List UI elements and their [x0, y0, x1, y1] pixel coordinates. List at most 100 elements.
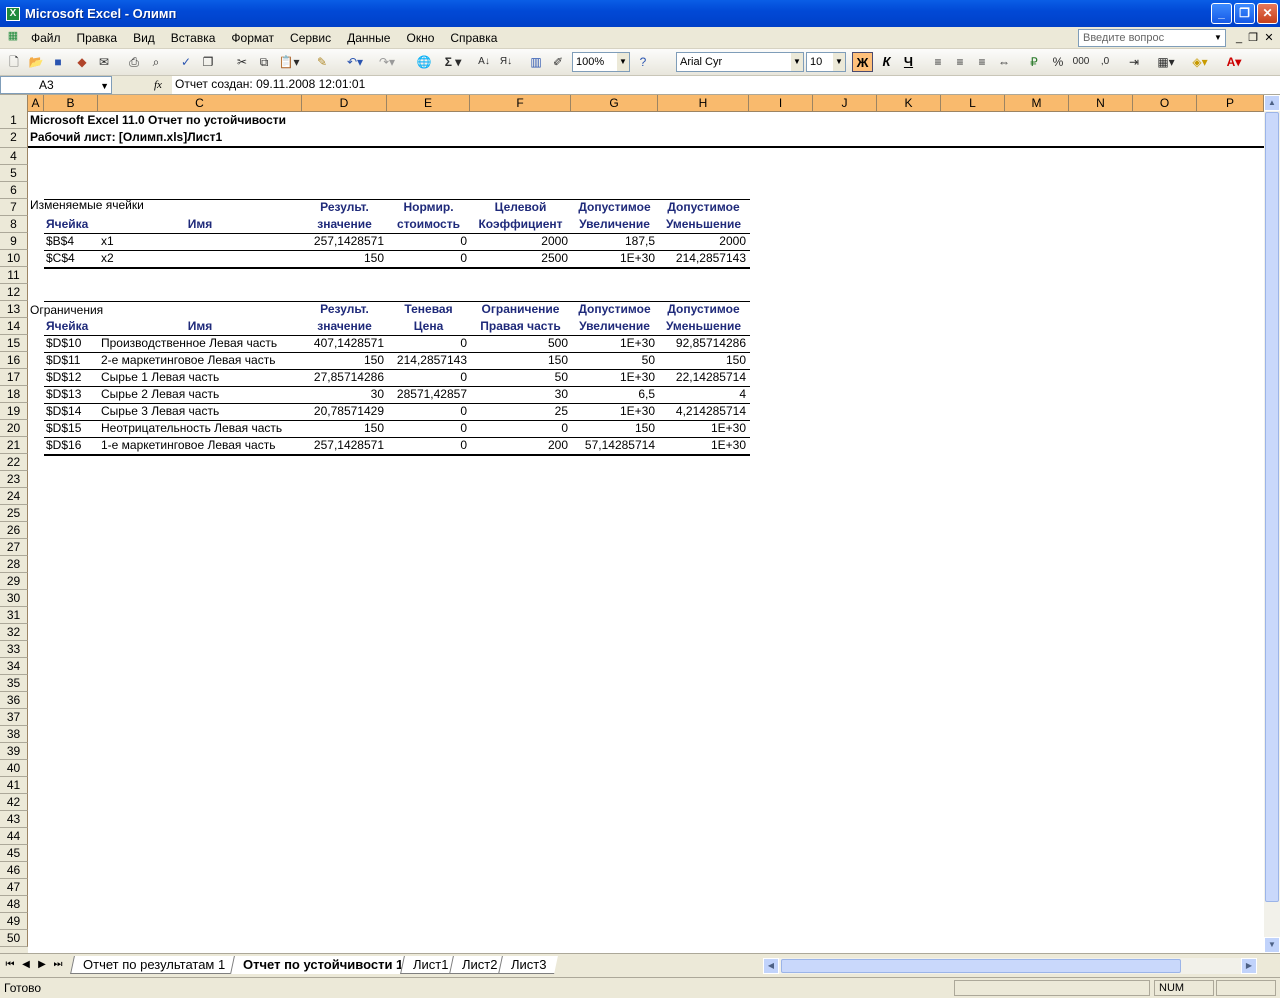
- row-header[interactable]: 2: [0, 129, 28, 148]
- table-cell[interactable]: 20,78571429: [302, 403, 384, 420]
- row-header[interactable]: 22: [0, 454, 28, 471]
- column-heading[interactable]: Допустимое: [658, 301, 749, 318]
- prev-sheet-icon[interactable]: ◀: [20, 958, 32, 972]
- close-button[interactable]: ✕: [1257, 3, 1278, 24]
- column-heading[interactable]: стоимость: [387, 216, 470, 233]
- row-header[interactable]: 46: [0, 862, 28, 879]
- table-cell[interactable]: $C$4: [46, 250, 75, 267]
- table-cell[interactable]: Производственное Левая часть: [101, 335, 277, 352]
- borders-icon[interactable]: ▦▾: [1152, 53, 1180, 71]
- table-cell[interactable]: 257,1428571: [302, 233, 384, 250]
- research-icon[interactable]: ❐: [198, 53, 218, 71]
- row-header[interactable]: 29: [0, 573, 28, 590]
- chevron-down-icon[interactable]: ▼: [833, 53, 845, 71]
- table-cell[interactable]: 1-е маркетинговое Левая часть: [101, 437, 275, 454]
- bold-button[interactable]: Ж: [852, 52, 873, 72]
- doc-restore-button[interactable]: ❐: [1246, 30, 1260, 46]
- column-header[interactable]: C: [98, 95, 302, 112]
- row-header[interactable]: 10: [0, 250, 28, 267]
- row-header[interactable]: 25: [0, 505, 28, 522]
- row-header[interactable]: 30: [0, 590, 28, 607]
- table-cell[interactable]: 50: [470, 369, 568, 386]
- redo-icon[interactable]: ↷▾: [374, 53, 400, 71]
- sheet-tab-results-report[interactable]: Отчет по результатам 1: [70, 956, 238, 974]
- column-heading[interactable]: Имя: [98, 216, 302, 233]
- table-cell[interactable]: 28571,42857: [387, 386, 467, 403]
- table-cell[interactable]: $D$10: [46, 335, 81, 352]
- sheet-tab-sheet3[interactable]: Лист3: [498, 956, 559, 974]
- table-cell[interactable]: 0: [387, 437, 467, 454]
- table-cell[interactable]: $D$11: [46, 352, 80, 369]
- column-header[interactable]: N: [1069, 95, 1133, 112]
- table-cell[interactable]: $D$15: [46, 420, 81, 437]
- constraints-section[interactable]: Ограничения: [30, 302, 103, 319]
- column-header[interactable]: G: [571, 95, 658, 112]
- row-header[interactable]: 32: [0, 624, 28, 641]
- scroll-up-icon[interactable]: ▲: [1264, 95, 1280, 111]
- scroll-right-icon[interactable]: ▶: [1241, 958, 1257, 974]
- column-header[interactable]: J: [813, 95, 877, 112]
- row-header[interactable]: 37: [0, 709, 28, 726]
- column-heading[interactable]: Уменьшение: [658, 318, 749, 335]
- next-sheet-icon[interactable]: ▶: [36, 958, 48, 972]
- table-cell[interactable]: 27,85714286: [302, 369, 384, 386]
- spreadsheet-grid[interactable]: ABCDEFGHIJKLMNOP 1 2 4 5 6 7 8 9 10 11 12 13 14 15 16 1…: [0, 95, 1264, 953]
- print-icon[interactable]: ⎙: [124, 53, 144, 71]
- menu-edit[interactable]: Правка: [69, 28, 126, 48]
- table-cell[interactable]: 0: [387, 420, 467, 437]
- row-header[interactable]: 17: [0, 369, 28, 386]
- table-cell[interactable]: Сырье 1 Левая часть: [101, 369, 219, 386]
- chevron-down-icon[interactable]: ▼: [100, 78, 109, 94]
- row-header[interactable]: 50: [0, 930, 28, 947]
- row-header[interactable]: 33: [0, 641, 28, 658]
- column-header[interactable]: P: [1197, 95, 1264, 112]
- print-preview-icon[interactable]: ⌕: [146, 53, 166, 71]
- row-header[interactable]: 15: [0, 335, 28, 352]
- name-box[interactable]: A3 ▼: [0, 76, 112, 94]
- row-header[interactable]: 45: [0, 845, 28, 862]
- table-cell[interactable]: 0: [387, 369, 467, 386]
- column-header[interactable]: I: [749, 95, 813, 112]
- table-cell[interactable]: 57,14285714: [571, 437, 655, 454]
- row-header[interactable]: 40: [0, 760, 28, 777]
- table-cell[interactable]: 0: [387, 335, 467, 352]
- column-heading[interactable]: Допустимое: [571, 301, 658, 318]
- row-header[interactable]: 13: [0, 301, 28, 318]
- row-header[interactable]: 48: [0, 896, 28, 913]
- cell-area[interactable]: Microsoft Excel 11.0 Отчет по устойчивос…: [28, 112, 1264, 953]
- horizontal-scrollbar[interactable]: ◀ ▶: [763, 958, 1257, 974]
- row-header[interactable]: 12: [0, 284, 28, 301]
- copy-icon[interactable]: ⧉: [254, 53, 274, 71]
- row-header[interactable]: 35: [0, 675, 28, 692]
- underline-button[interactable]: Ч: [898, 52, 919, 72]
- table-cell[interactable]: 2-е маркетинговое Левая часть: [101, 352, 275, 369]
- row-header[interactable]: 36: [0, 692, 28, 709]
- align-center-icon[interactable]: ≡: [950, 53, 970, 71]
- percent-icon[interactable]: %: [1048, 53, 1068, 71]
- row-header[interactable]: 1: [0, 112, 28, 129]
- table-cell[interactable]: 1E+30: [571, 403, 655, 420]
- save-icon[interactable]: ■: [48, 53, 68, 71]
- table-cell[interactable]: 4,214285714: [658, 403, 746, 420]
- last-sheet-icon[interactable]: ⏭: [52, 958, 64, 972]
- row-header[interactable]: 19: [0, 403, 28, 420]
- chevron-down-icon[interactable]: ▼: [1212, 31, 1224, 45]
- column-heading[interactable]: Результ.: [302, 301, 387, 318]
- font-color-icon[interactable]: A▾: [1220, 53, 1248, 71]
- menu-file[interactable]: Файл: [23, 28, 69, 48]
- table-cell[interactable]: 150: [302, 420, 384, 437]
- column-heading[interactable]: Увеличение: [571, 216, 658, 233]
- table-cell[interactable]: 2000: [470, 233, 568, 250]
- row-header[interactable]: 21: [0, 437, 28, 454]
- table-cell[interactable]: 214,2857143: [658, 250, 746, 267]
- column-heading[interactable]: Уменьшение: [658, 216, 749, 233]
- column-header[interactable]: D: [302, 95, 387, 112]
- italic-button[interactable]: К: [876, 52, 897, 72]
- menu-help[interactable]: Справка: [442, 28, 505, 48]
- table-cell[interactable]: 6,5: [571, 386, 655, 403]
- column-heading[interactable]: Допустимое: [658, 199, 749, 216]
- table-cell[interactable]: 214,2857143: [387, 352, 467, 369]
- row-header[interactable]: 7: [0, 199, 28, 216]
- column-heading[interactable]: Допустимое: [571, 199, 658, 216]
- table-cell[interactable]: 50: [571, 352, 655, 369]
